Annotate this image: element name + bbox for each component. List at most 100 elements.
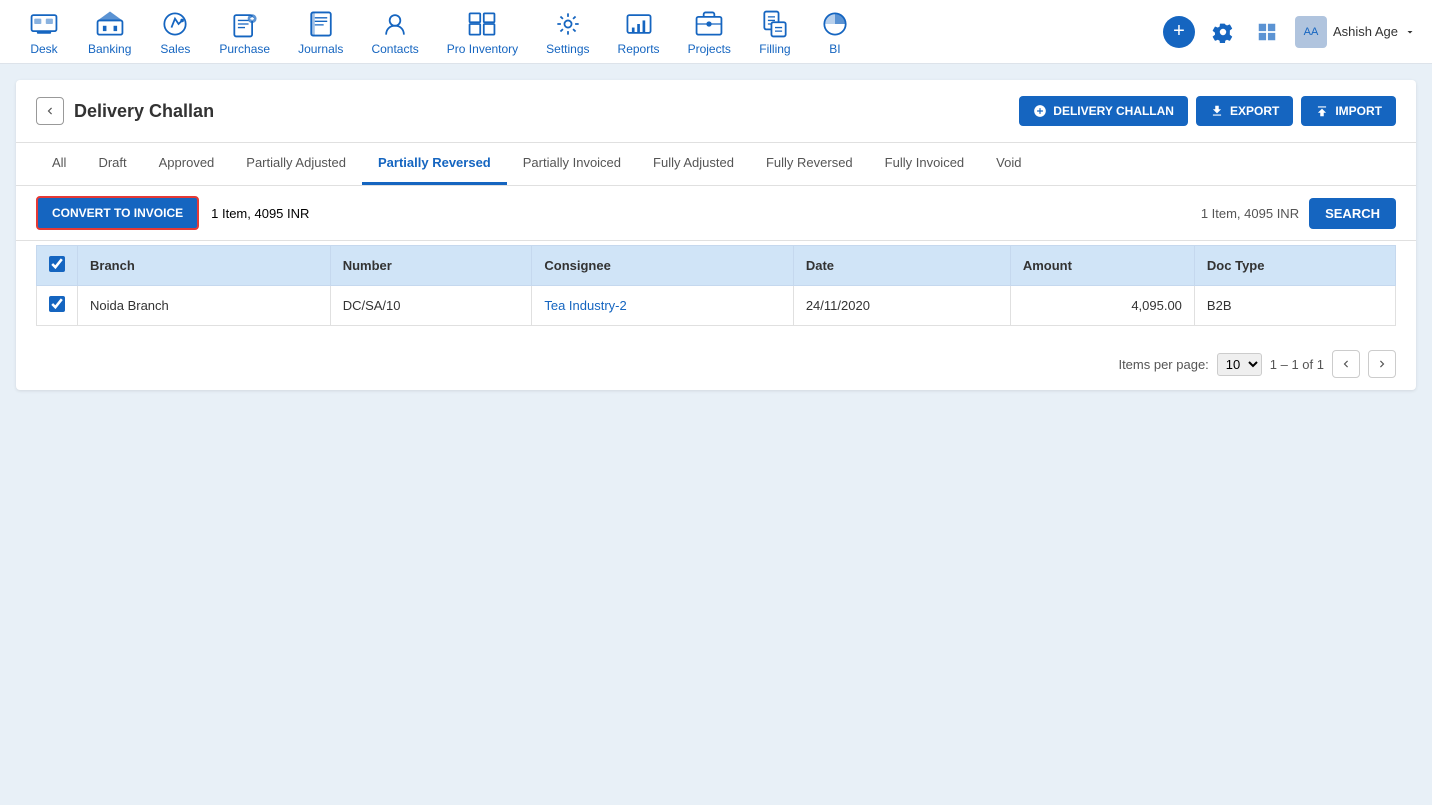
convert-to-invoice-button[interactable]: CONVERT TO INVOICE [36,196,199,230]
tab-partially-invoiced[interactable]: Partially Invoiced [507,143,637,185]
chevron-down-icon [1404,26,1416,38]
nav-label-banking: Banking [88,42,131,56]
table-row: Noida Branch DC/SA/10 Tea Industry-2 24/… [37,286,1396,326]
nav-item-filling[interactable]: Filling [747,2,803,62]
nav-label-projects: Projects [688,42,731,56]
back-button[interactable] [36,97,64,125]
items-per-page-label: Items per page: [1118,357,1208,372]
pagination-range: 1 – 1 of 1 [1270,357,1324,372]
nav-right: + AA Ashish Age [1163,16,1416,48]
delivery-challan-button[interactable]: DELIVERY CHALLAN [1019,96,1188,126]
data-table: Branch Number Consignee Date Amount Doc … [36,245,1396,326]
tab-draft[interactable]: Draft [82,143,142,185]
tab-partially-adjusted[interactable]: Partially Adjusted [230,143,362,185]
row-checkbox[interactable] [49,296,65,312]
import-btn-label: IMPORT [1335,104,1382,118]
nav-item-bi[interactable]: BI [807,2,863,62]
page-card: OPTIONS Delivery Challan DELIVERY CHALLA… [16,80,1416,390]
header-doc-type: Doc Type [1194,246,1395,286]
toolbar-right: 1 Item, 4095 INR SEARCH [1201,198,1396,229]
header-consignee: Consignee [532,246,793,286]
next-page-button[interactable] [1368,350,1396,378]
nav-item-journals[interactable]: Journals [286,2,355,62]
chevron-left-icon [43,104,57,118]
row-date: 24/11/2020 [793,286,1010,326]
delivery-challan-btn-label: DELIVERY CHALLAN [1053,104,1174,118]
chevron-left-icon [1339,357,1353,371]
page-header: Delivery Challan DELIVERY CHALLAN EXPORT… [16,80,1416,143]
export-btn-label: EXPORT [1230,104,1279,118]
nav-label-reports: Reports [618,42,660,56]
header-date: Date [793,246,1010,286]
nav-item-banking[interactable]: Banking [76,2,143,62]
tab-fully-invoiced[interactable]: Fully Invoiced [869,143,980,185]
chevron-right-icon [1375,357,1389,371]
header-amount: Amount [1010,246,1194,286]
user-menu[interactable]: AA Ashish Age [1295,16,1416,48]
add-button[interactable]: + [1163,16,1195,48]
export-button[interactable]: EXPORT [1196,96,1293,126]
nav-label-purchase: Purchase [219,42,270,56]
row-checkbox-cell [37,286,78,326]
top-navigation: Desk Banking Sales Purchase Journals Con… [0,0,1432,64]
header-number: Number [330,246,532,286]
pagination: Items per page: 10 25 50 1 – 1 of 1 [16,342,1416,390]
row-amount: 4,095.00 [1010,286,1194,326]
nav-label-contacts: Contacts [371,42,418,56]
import-icon [1315,104,1329,118]
tab-fully-adjusted[interactable]: Fully Adjusted [637,143,750,185]
nav-items-list: Desk Banking Sales Purchase Journals Con… [16,2,1163,62]
search-button[interactable]: SEARCH [1309,198,1396,229]
import-button[interactable]: IMPORT [1301,96,1396,126]
settings-icon-btn[interactable] [1207,16,1239,48]
items-per-page-select[interactable]: 10 25 50 [1217,353,1262,376]
nav-item-desk[interactable]: Desk [16,2,72,62]
header-checkbox-cell [37,246,78,286]
toolbar-summary: 1 Item, 4095 INR [211,206,309,221]
nav-item-purchase[interactable]: Purchase [207,2,282,62]
header-branch: Branch [78,246,331,286]
nav-label-journals: Journals [298,42,343,56]
page-header-left: Delivery Challan [36,97,214,125]
row-number: DC/SA/10 [330,286,532,326]
user-avatar: AA [1295,16,1327,48]
table-header: Branch Number Consignee Date Amount Doc … [37,246,1396,286]
user-name: Ashish Age [1333,24,1398,39]
row-doc-type: B2B [1194,286,1395,326]
selected-summary: 1 Item, 4095 INR [1201,206,1299,221]
tabs-bar: All Draft Approved Partially Adjusted Pa… [16,143,1416,186]
page-header-right: DELIVERY CHALLAN EXPORT IMPORT [1019,96,1396,126]
main-content: OPTIONS Delivery Challan DELIVERY CHALLA… [0,64,1432,406]
select-all-checkbox[interactable] [49,256,65,272]
row-consignee: Tea Industry-2 [532,286,793,326]
row-branch: Noida Branch [78,286,331,326]
tab-void[interactable]: Void [980,143,1037,185]
table-header-row: Branch Number Consignee Date Amount Doc … [37,246,1396,286]
page-title: Delivery Challan [74,101,214,122]
nav-label-bi: BI [829,42,840,56]
nav-label-sales: Sales [160,42,190,56]
grid-icon-btn[interactable] [1251,16,1283,48]
nav-label-desk: Desk [30,42,57,56]
toolbar-left: CONVERT TO INVOICE 1 Item, 4095 INR [36,196,309,230]
export-icon [1210,104,1224,118]
consignee-link[interactable]: Tea Industry-2 [544,298,626,313]
table-body: Noida Branch DC/SA/10 Tea Industry-2 24/… [37,286,1396,326]
plus-circle-icon [1033,104,1047,118]
nav-label-filling: Filling [759,42,790,56]
nav-item-reports[interactable]: Reports [606,2,672,62]
tab-all[interactable]: All [36,143,82,185]
nav-label-pro-inventory: Pro Inventory [447,42,518,56]
prev-page-button[interactable] [1332,350,1360,378]
tab-partially-reversed[interactable]: Partially Reversed [362,143,507,185]
table-container: Branch Number Consignee Date Amount Doc … [16,245,1416,342]
toolbar: CONVERT TO INVOICE 1 Item, 4095 INR 1 It… [16,186,1416,241]
nav-label-settings: Settings [546,42,589,56]
nav-item-contacts[interactable]: Contacts [359,2,430,62]
tab-approved[interactable]: Approved [143,143,231,185]
nav-item-settings[interactable]: Settings [534,2,601,62]
nav-item-projects[interactable]: Projects [676,2,743,62]
nav-item-pro-inventory[interactable]: Pro Inventory [435,2,530,62]
nav-item-sales[interactable]: Sales [147,2,203,62]
tab-fully-reversed[interactable]: Fully Reversed [750,143,869,185]
